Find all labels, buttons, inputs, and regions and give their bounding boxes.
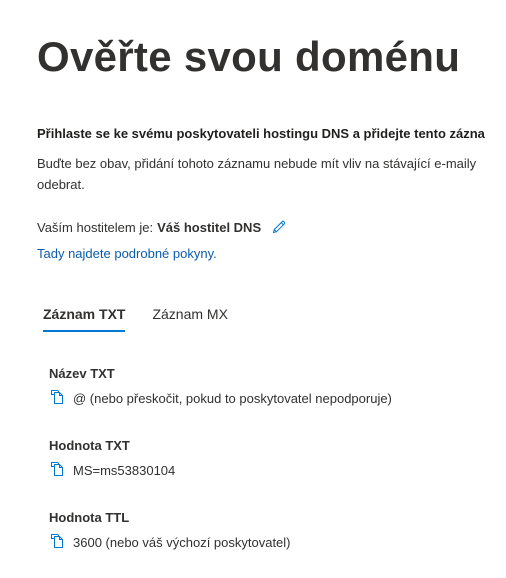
record-ttl-value: Hodnota TTL 3600 (nebo váš výchozí posky…	[49, 510, 291, 550]
instructions-heading: Přihlaste se ke svému poskytovateli host…	[37, 126, 485, 141]
record-value: MS=ms53830104	[73, 463, 176, 478]
pencil-icon[interactable]	[271, 219, 287, 235]
record-label: Hodnota TTL	[49, 510, 130, 525]
copy-icon[interactable]	[49, 533, 65, 549]
record-label: Hodnota TXT	[49, 438, 130, 453]
page-title: Ověřte svou doménu	[37, 33, 461, 80]
record-value: @ (nebo přeskočit, pokud to poskytovatel…	[73, 391, 392, 406]
dns-host-value: Váš hostitel DNS	[157, 219, 262, 235]
dns-host-label: Vaším hostitelem je:	[37, 219, 154, 235]
copy-icon[interactable]	[49, 389, 65, 405]
record-value: 3600 (nebo váš výchozí poskytovatel)	[73, 535, 291, 550]
tab-mx-record[interactable]: Záznam MX	[146, 304, 233, 332]
tab-txt-record[interactable]: Záznam TXT	[37, 304, 131, 332]
dns-host-line: Vaším hostitelem je: Váš hostitel DNS	[37, 219, 287, 235]
copy-icon[interactable]	[49, 461, 65, 477]
record-txt-value: Hodnota TXT MS=ms53830104	[49, 438, 175, 478]
record-tabs: Záznam TXT Záznam MX	[37, 304, 249, 332]
detailed-instructions-link[interactable]: Tady najdete podrobné pokyny.	[37, 246, 217, 261]
record-txt-name: Název TXT @ (nebo přeskočit, pokud to po…	[49, 366, 392, 406]
instructions-text: Buďte bez obav, přidání tohoto záznamu n…	[37, 156, 477, 192]
record-label: Název TXT	[49, 366, 115, 381]
